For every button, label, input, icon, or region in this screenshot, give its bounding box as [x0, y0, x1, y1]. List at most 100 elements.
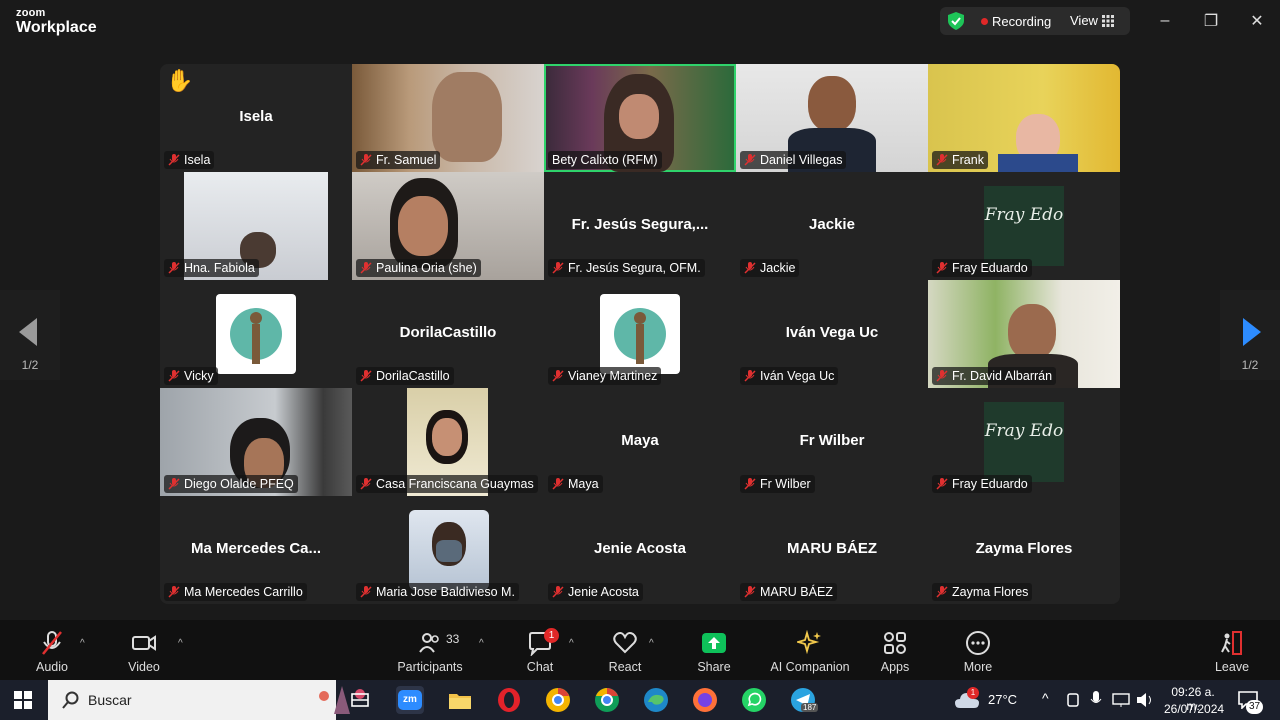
share-button[interactable]: Share	[697, 630, 731, 674]
telegram-icon[interactable]: 187	[789, 686, 819, 714]
participant-tile-wilber[interactable]: Fr Wilber Fr Wilber	[736, 388, 928, 496]
windows-start-icon[interactable]	[14, 691, 32, 709]
participant-display-name: Iván Vega Uc	[785, 324, 879, 341]
participant-tile-vianey[interactable]: Vianey Martinez	[544, 280, 736, 388]
chrome-icon[interactable]	[544, 686, 572, 714]
mic-muted-icon	[936, 478, 948, 490]
participant-nameplate: Ma Mercedes Carrillo	[164, 583, 307, 601]
participant-tile-dorila[interactable]: DorilaCastillo DorilaCastillo	[352, 280, 544, 388]
mic-muted-icon	[360, 154, 372, 166]
participant-tile-bety-active-speaker[interactable]: Bety Calixto (RFM)	[544, 64, 736, 172]
participant-tile-fray-eduardo-2[interactable]: Fray Edo Fray Eduardo	[928, 388, 1120, 496]
participant-tile-fray-eduardo[interactable]: Fray Edo Fray Eduardo	[928, 172, 1120, 280]
telegram-badge: 187	[801, 703, 819, 712]
apps-button[interactable]: Apps	[878, 630, 912, 674]
participant-tile-mercedes[interactable]: Ma Mercedes Ca... Ma Mercedes Carrillo	[160, 496, 352, 604]
chevron-left-icon[interactable]	[19, 318, 37, 346]
minimize-icon[interactable]: –	[1152, 8, 1178, 34]
participants-icon	[419, 633, 439, 653]
participant-nameplate: Fray Eduardo	[932, 475, 1032, 493]
zoom-window: zoom Workplace Recording View – ❐ ✕ 1/2 …	[0, 0, 1280, 720]
mic-muted-icon	[552, 586, 564, 598]
participant-tile-jesus[interactable]: Fr. Jesús Segura,... Fr. Jesús Segura, O…	[544, 172, 736, 280]
windows-taskbar: Buscar zm 187 1 27°C ^ 09:26 a. m. 26/07…	[0, 680, 1280, 720]
prev-page-panel[interactable]: 1/2	[0, 290, 60, 380]
audio-button[interactable]: Audio	[34, 630, 70, 674]
participant-tile-jenie[interactable]: Jenie Acosta Jenie Acosta	[544, 496, 736, 604]
participant-tile-david[interactable]: Fr. David Albarrán	[928, 280, 1120, 388]
participant-nameplate: Maria Jose Baldivieso M.	[356, 583, 519, 601]
ai-companion-button[interactable]: AI Companion	[770, 630, 850, 674]
taskbar-search-box[interactable]: Buscar	[48, 680, 365, 720]
mic-muted-icon	[744, 262, 756, 274]
participant-nameplate: Casa Franciscana Guaymas	[356, 475, 538, 493]
participant-tile-daniel[interactable]: Daniel Villegas	[736, 64, 928, 172]
weather-temperature: 27°C	[988, 692, 1018, 707]
participant-nameplate: Fr Wilber	[740, 475, 815, 493]
participants-options-chevron-icon[interactable]: ^	[479, 638, 484, 649]
mic-muted-icon	[552, 262, 564, 274]
participants-count: 33	[446, 632, 460, 646]
speaker-volume-icon[interactable]	[1136, 692, 1154, 708]
view-button[interactable]: View	[1070, 13, 1098, 28]
more-button[interactable]: More	[960, 630, 996, 674]
recording-label: Recording	[992, 14, 1052, 29]
participant-nameplate: Isela	[164, 151, 215, 169]
clock-date[interactable]: 26/07/2024	[1164, 702, 1224, 716]
participant-tile-maya[interactable]: Maya Maya	[544, 388, 736, 496]
restore-icon[interactable]: ❐	[1198, 8, 1224, 34]
participant-tile-casa-franciscana[interactable]: Casa Franciscana Guaymas	[352, 388, 544, 496]
chrome-alt-icon[interactable]	[593, 686, 621, 714]
participant-tile-frank[interactable]: Frank	[928, 64, 1120, 172]
participant-tile-samuel[interactable]: Fr. Samuel	[352, 64, 544, 172]
task-view-icon[interactable]	[346, 686, 374, 714]
participant-tile-ivan[interactable]: Iván Vega Uc Iván Vega Uc	[736, 280, 928, 388]
participant-tile-diego[interactable]: Diego Olalde PFEQ	[160, 388, 352, 496]
participant-tile-paulina[interactable]: Paulina Oria (she)	[352, 172, 544, 280]
zoom-taskbar-icon[interactable]: zm	[396, 686, 424, 714]
audio-options-chevron-icon[interactable]: ^	[80, 638, 85, 649]
recording-indicator[interactable]: Recording View	[940, 7, 1130, 35]
participant-tile-fabiola[interactable]: Hna. Fabiola	[160, 172, 352, 280]
participant-tile-vicky[interactable]: Vicky	[160, 280, 352, 388]
mic-muted-icon	[936, 586, 948, 598]
participant-tile-maru[interactable]: MARU BÁEZ MARU BÁEZ	[736, 496, 928, 604]
participant-display-name: Fr Wilber	[799, 432, 865, 449]
participant-tile-isela[interactable]: ✋ Isela Isela	[160, 64, 352, 172]
participant-tile-maria-jose[interactable]: Maria Jose Baldivieso M.	[352, 496, 544, 604]
file-explorer-icon[interactable]	[446, 686, 474, 714]
fray-edo-logo: Fray Edo	[984, 186, 1064, 266]
network-icon[interactable]	[1112, 692, 1130, 708]
search-icon	[62, 691, 79, 709]
video-button[interactable]: Video	[126, 630, 162, 674]
opera-icon[interactable]	[495, 686, 523, 714]
chevron-right-icon[interactable]	[1243, 318, 1261, 346]
fray-edo-logo: Fray Edo	[984, 402, 1064, 482]
usb-device-icon[interactable]	[1066, 692, 1080, 708]
close-icon[interactable]: ✕	[1244, 8, 1270, 34]
participant-nameplate: Paulina Oria (she)	[356, 259, 481, 277]
next-page-panel[interactable]: 1/2	[1220, 290, 1280, 380]
participant-display-name: DorilaCastillo	[399, 324, 497, 341]
leave-button[interactable]: Leave	[1214, 630, 1250, 674]
mic-muted-icon	[552, 370, 564, 382]
whatsapp-icon[interactable]	[740, 686, 768, 714]
video-options-chevron-icon[interactable]: ^	[178, 638, 183, 649]
firefox-icon[interactable]	[691, 686, 719, 714]
mic-muted-icon	[744, 586, 756, 598]
face	[619, 94, 659, 139]
video-feed	[432, 72, 502, 162]
react-button[interactable]: React	[607, 630, 643, 674]
mic-muted-icon	[936, 262, 948, 274]
react-options-chevron-icon[interactable]: ^	[649, 638, 654, 649]
grid-view-icon[interactable]	[1102, 15, 1114, 27]
show-hidden-icons-chevron-icon[interactable]: ^	[1042, 690, 1049, 706]
participant-tile-zayma[interactable]: Zayma Flores Zayma Flores	[928, 496, 1120, 604]
video-feed	[998, 154, 1078, 172]
mic-muted-icon	[168, 154, 180, 166]
gallery-grid: ✋ Isela Isela Fr. Samuel Bety Calixto (R…	[160, 64, 1120, 604]
edge-icon[interactable]	[642, 686, 670, 714]
participant-tile-jackie[interactable]: Jackie Jackie	[736, 172, 928, 280]
microphone-icon[interactable]	[1090, 691, 1102, 709]
chat-options-chevron-icon[interactable]: ^	[569, 638, 574, 649]
